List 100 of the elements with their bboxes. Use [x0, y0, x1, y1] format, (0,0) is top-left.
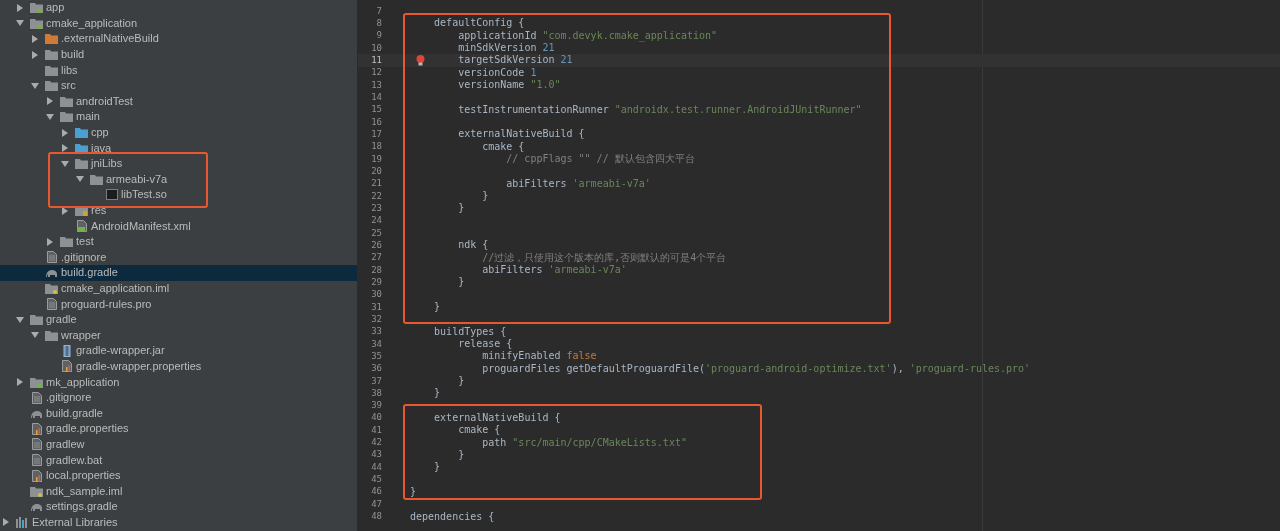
code-line: minSdkVersion 21: [458, 43, 555, 54]
line-number: 42: [370, 438, 382, 448]
tree-row[interactable]: External Libraries: [0, 514, 357, 531]
caret-right-icon[interactable]: [17, 378, 23, 387]
caret-down-icon[interactable]: [16, 316, 24, 323]
folder-icon: [45, 80, 58, 92]
tree-label: .externalNativeBuild: [61, 33, 159, 45]
line-number: 15: [370, 105, 382, 115]
tree-row[interactable]: jniLibs: [0, 155, 357, 172]
caret-down-icon[interactable]: [31, 82, 39, 89]
tree-row[interactable]: AndroidManifest.xml: [0, 218, 357, 234]
caret-right-icon[interactable]: [47, 237, 53, 246]
line-number: 13: [370, 80, 382, 90]
tree-row[interactable]: cpp: [0, 124, 357, 141]
tree-label: res: [91, 205, 107, 216]
code-line: buildTypes {: [434, 326, 507, 337]
tree-label: jniLibs: [91, 158, 123, 170]
caret-right-icon[interactable]: [62, 206, 68, 215]
tree-row[interactable]: gradle-wrapper.jar: [0, 343, 357, 359]
caret-down-icon[interactable]: [16, 20, 24, 27]
caret-right-icon[interactable]: [62, 128, 68, 137]
tree-label: cmake_application.iml: [61, 283, 170, 294]
tree-row[interactable]: libs: [0, 62, 357, 78]
tree-row[interactable]: gradlew.bat: [0, 452, 357, 468]
tree-row[interactable]: .externalNativeBuild: [0, 31, 357, 47]
tree-label: cpp: [91, 127, 109, 139]
line-number: 12: [370, 68, 382, 78]
tree-row[interactable]: main: [0, 109, 357, 125]
tree-row[interactable]: armeabi-v7a: [0, 171, 357, 188]
code-line: path "src/main/cpp/CMakeLists.txt": [482, 437, 687, 448]
caret-right-icon[interactable]: [3, 518, 9, 527]
tree-label: src: [61, 80, 76, 92]
caret-down-icon[interactable]: [61, 160, 69, 167]
module-folder-icon: [30, 2, 43, 14]
caret-right-icon[interactable]: [47, 97, 53, 106]
tree-label: gradle: [46, 314, 77, 326]
caret-down-icon[interactable]: [31, 332, 39, 339]
caret-right-icon[interactable]: [17, 3, 23, 12]
tree-label: libTest.so: [121, 189, 167, 201]
line-number: 10: [370, 43, 382, 53]
caret-right-icon[interactable]: [32, 35, 38, 43]
code-line: cmake {: [458, 425, 501, 436]
code-line: versionCode 1: [458, 67, 537, 78]
tree-row[interactable]: androidTest: [0, 93, 357, 110]
chart-file-icon: [61, 360, 72, 373]
tree-row[interactable]: java: [0, 140, 357, 156]
tree-row[interactable]: .gitignore: [0, 249, 357, 266]
tree-row[interactable]: gradle.properties: [0, 421, 357, 437]
tree-row[interactable]: ndk_sample.iml: [0, 483, 357, 499]
tree-row[interactable]: settings.gradle: [0, 499, 357, 515]
line-number: 7: [375, 6, 382, 16]
tree-row[interactable]: build.gradle: [0, 265, 357, 281]
code-line: minifyEnabled false: [482, 351, 597, 362]
tree-label: libs: [61, 64, 78, 76]
code-line: abiFilters 'armeabi-v7a': [506, 178, 651, 189]
tree-row[interactable]: mk_application: [0, 374, 357, 390]
caret-down-icon[interactable]: [76, 176, 84, 183]
folder-icon: [45, 329, 58, 341]
tree-row[interactable]: cmake_application: [0, 15, 357, 32]
caret-right-icon[interactable]: [32, 50, 38, 59]
tree-row[interactable]: proguard-rules.pro: [0, 296, 357, 312]
tree-row[interactable]: build.gradle: [0, 405, 357, 422]
tree-row[interactable]: wrapper: [0, 327, 357, 344]
tree-row[interactable]: local.properties: [0, 467, 357, 484]
tree-row[interactable]: build: [0, 46, 357, 63]
file-icon: [31, 454, 42, 466]
line-number: 20: [370, 166, 382, 176]
tree-row[interactable]: gradle: [0, 311, 357, 328]
file-icon: [46, 251, 57, 264]
code-line: release {: [458, 339, 513, 349]
code-line: externalNativeBuild {: [434, 413, 561, 423]
line-number: 48: [370, 512, 382, 522]
caret-down-icon[interactable]: [46, 113, 54, 120]
tree-row[interactable]: res: [0, 202, 357, 219]
code-line: versionName "1.0": [458, 80, 561, 91]
line-number: 25: [370, 228, 382, 238]
tree-row[interactable]: gradlew: [0, 436, 357, 453]
code-line: // cppFlags "" // 默认包含四大平台: [506, 154, 695, 165]
line-number: 11: [370, 55, 382, 65]
line-number: 47: [370, 499, 382, 509]
caret-right-icon[interactable]: [62, 144, 68, 153]
folder-icon: [30, 314, 43, 326]
tree-row[interactable]: .gitignore: [0, 389, 357, 406]
line-number: 19: [370, 154, 382, 164]
line-number: 45: [370, 475, 382, 485]
jar-icon: [62, 344, 71, 357]
line-number: 44: [370, 462, 382, 472]
tree-row[interactable]: gradle-wrapper.properties: [0, 358, 357, 375]
tree-row[interactable]: app: [0, 0, 357, 16]
lightbulb-icon[interactable]: [416, 55, 425, 67]
file-icon: [31, 438, 42, 451]
tree-row[interactable]: test: [0, 233, 357, 250]
code-line: externalNativeBuild {: [458, 129, 585, 140]
tree-row[interactable]: libTest.so: [0, 187, 357, 203]
line-number: 43: [370, 450, 382, 460]
tree-row[interactable]: cmake_application.iml: [0, 280, 357, 297]
tree-label: main: [76, 111, 100, 123]
chart-file-icon: [31, 469, 42, 482]
file-icon: [31, 391, 42, 404]
tree-row[interactable]: src: [0, 77, 357, 94]
